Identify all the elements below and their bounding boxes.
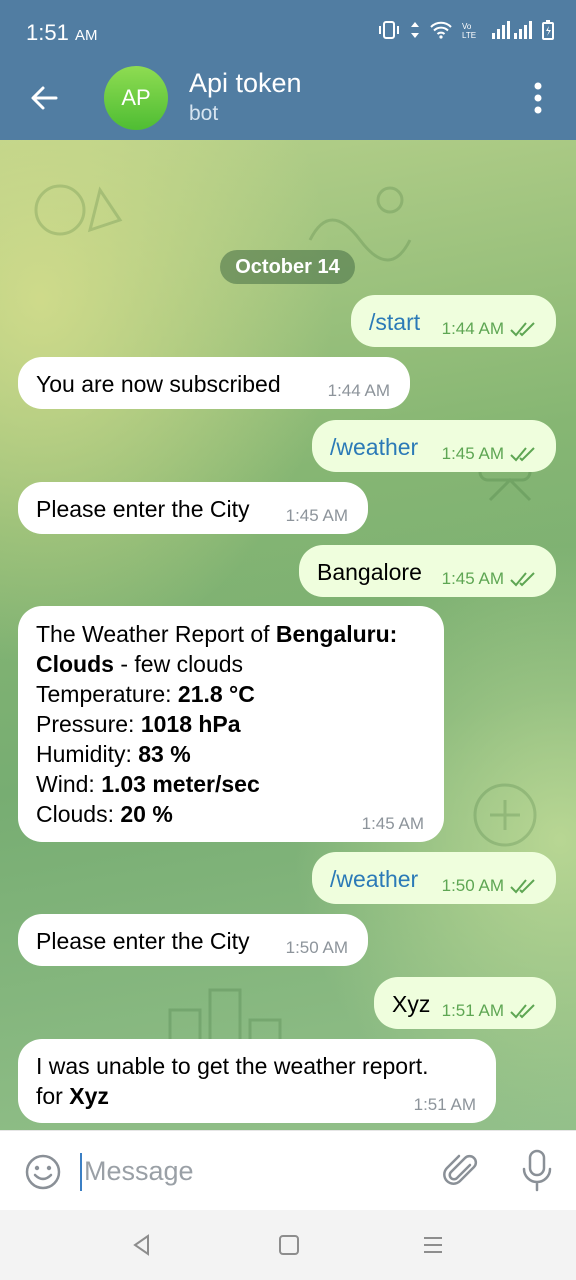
message-text: Please enter the City: [36, 928, 250, 954]
outgoing-message[interactable]: Bangalore 1:45 AM: [299, 545, 556, 597]
message-time: 1:45 AM: [361, 814, 424, 833]
message-text: You are now subscribed: [36, 371, 281, 397]
double-check-icon: [510, 572, 535, 587]
outgoing-message[interactable]: /start 1:44 AM: [351, 295, 556, 347]
svg-text:Vo: Vo: [462, 22, 472, 31]
message-input[interactable]: [84, 1151, 424, 1191]
message-meta: 1:50 AM: [442, 876, 536, 896]
nav-home-icon[interactable]: [277, 1233, 301, 1257]
nav-back-icon[interactable]: [130, 1233, 154, 1257]
message-time: 1:50 AM: [285, 938, 348, 957]
chat-header: AP Api token bot: [0, 64, 576, 140]
data-arrows-icon: [410, 21, 420, 44]
outgoing-message[interactable]: /weather 1:50 AM: [312, 852, 556, 904]
battery-icon: [542, 20, 554, 45]
signal-icon: [492, 21, 532, 44]
message-meta: 1:44 AM: [442, 319, 536, 339]
avatar[interactable]: AP: [104, 66, 168, 130]
message-time: 1:44 AM: [327, 381, 390, 400]
wifi-icon: [430, 21, 452, 44]
message-meta: 1:45 AM: [442, 569, 536, 589]
chat-title[interactable]: Api token: [189, 68, 302, 99]
status-icons: Vo LTE: [378, 20, 554, 45]
weather-report-text: The Weather Report of Bengaluru: Clouds …: [36, 621, 398, 827]
emoji-icon[interactable]: [24, 1153, 62, 1191]
more-options-icon[interactable]: [526, 80, 550, 116]
date-separator: October 14: [220, 250, 355, 284]
incoming-message[interactable]: Please enter the City 1:50 AM: [18, 914, 368, 966]
message-text: /start: [369, 309, 421, 335]
message-time: 1:51 AM: [413, 1095, 476, 1114]
svg-text:LTE: LTE: [462, 31, 476, 39]
message-text: /weather: [330, 434, 419, 460]
back-arrow-icon[interactable]: [26, 78, 66, 118]
double-check-icon: [510, 879, 535, 894]
attach-icon[interactable]: [442, 1151, 480, 1191]
status-time: 1:51 AM: [26, 20, 98, 45]
background-doodle-icon: [34, 184, 123, 236]
incoming-message[interactable]: I was unable to get the weather report. …: [18, 1039, 496, 1123]
chat-subtitle: bot: [189, 102, 219, 125]
incoming-message-weather-report[interactable]: The Weather Report of Bengaluru: Clouds …: [18, 606, 444, 842]
message-text: Xyz: [392, 991, 431, 1017]
vibrate-icon: [378, 21, 400, 44]
message-time: 1:45 AM: [285, 506, 348, 525]
nav-recents-icon[interactable]: [421, 1233, 445, 1257]
message-meta: 1:45 AM: [442, 444, 536, 464]
outgoing-message[interactable]: Xyz 1:51 AM: [374, 977, 556, 1029]
status-bar: 1:51 AM Vo LTE: [0, 0, 576, 64]
double-check-icon: [510, 447, 535, 462]
incoming-message[interactable]: You are now subscribed 1:44 AM: [18, 357, 410, 409]
text-caret: [80, 1153, 82, 1191]
microphone-icon[interactable]: [520, 1149, 554, 1193]
message-text: /weather: [330, 866, 419, 892]
chat-area[interactable]: October 14 /start 1:44 AM You are now su…: [0, 140, 576, 1130]
outgoing-message[interactable]: /weather 1:45 AM: [312, 420, 556, 472]
message-text: Please enter the City: [36, 496, 250, 522]
system-navigation-bar: [0, 1210, 576, 1280]
double-check-icon: [510, 322, 535, 337]
message-meta: 1:51 AM: [442, 1001, 536, 1021]
message-text: I was unable to get the weather report. …: [36, 1053, 429, 1109]
volte-icon: Vo LTE: [462, 21, 482, 44]
incoming-message[interactable]: Please enter the City 1:45 AM: [18, 482, 368, 534]
double-check-icon: [510, 1004, 535, 1019]
message-text: Bangalore: [317, 559, 422, 585]
message-composer: [0, 1130, 576, 1210]
